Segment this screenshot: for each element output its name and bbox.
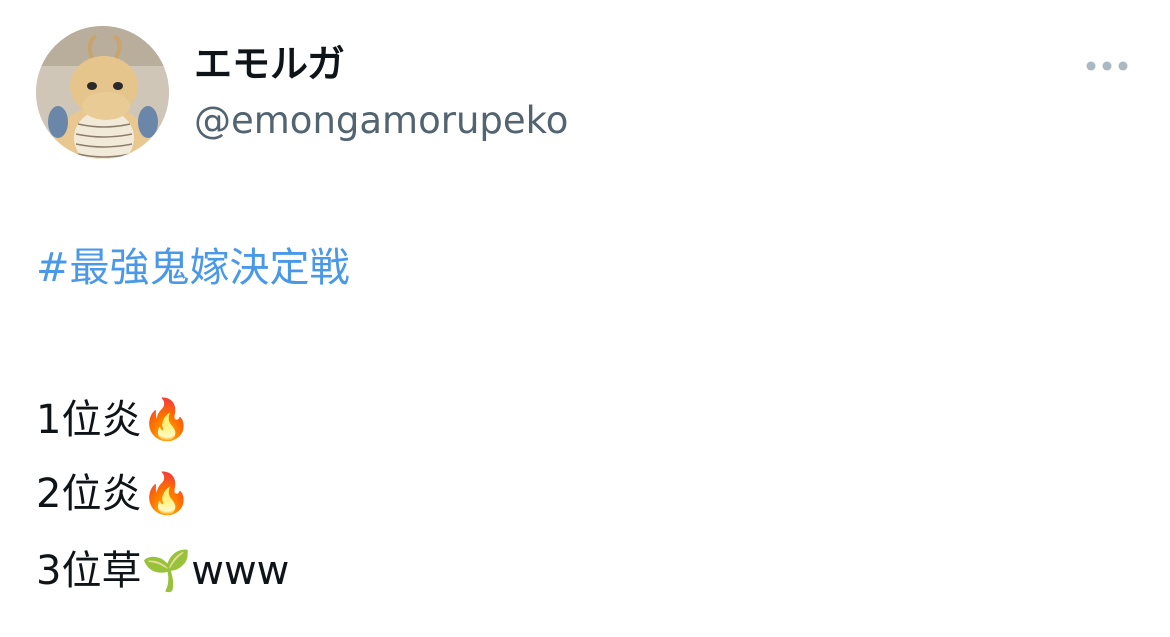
plush-dragon-avatar-icon: [36, 26, 169, 159]
author-display-name[interactable]: エモルガ: [194, 38, 345, 90]
more-horizontal-icon: [1086, 61, 1128, 71]
more-options-button[interactable]: [1084, 52, 1130, 80]
avatar[interactable]: [36, 26, 169, 159]
tweet-line: 3位草🌱www: [36, 548, 290, 594]
author-handle[interactable]: @emongamorupeko: [194, 96, 568, 146]
tweet-card: エモルガ @emongamorupeko #最強鬼嫁決定戦 1位炎🔥 2位炎🔥 …: [0, 0, 1170, 637]
hashtag-link[interactable]: #最強鬼嫁決定戦: [36, 240, 350, 296]
tweet-line: 1位炎🔥: [36, 397, 192, 443]
tweet-line: 2位炎🔥: [36, 471, 192, 517]
